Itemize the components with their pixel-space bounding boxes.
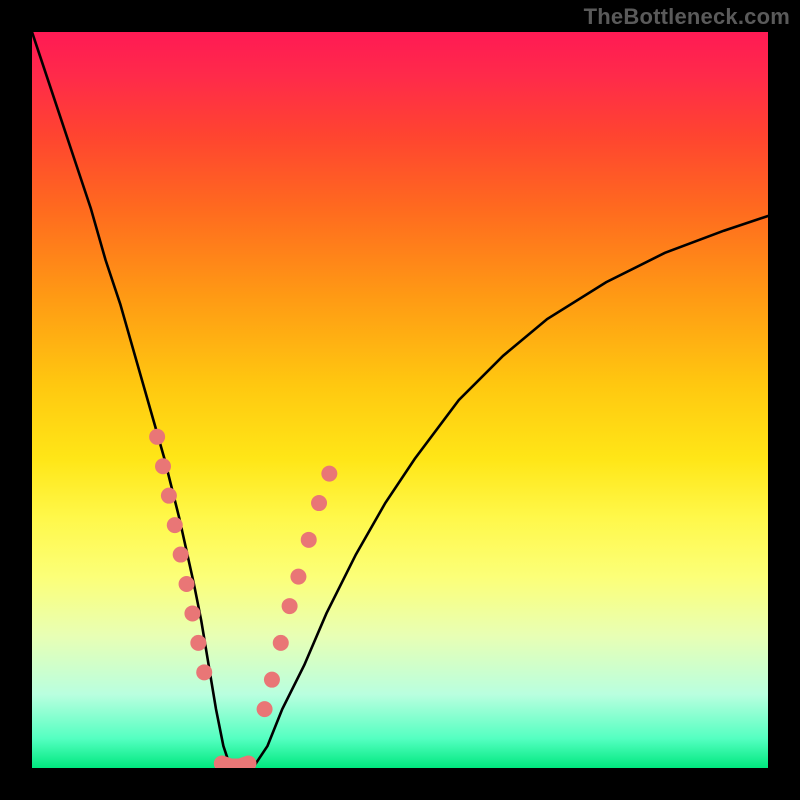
marker-dot xyxy=(179,576,195,592)
marker-dot xyxy=(290,569,306,585)
marker-dot xyxy=(167,517,183,533)
marker-dot xyxy=(190,635,206,651)
chart-frame: TheBottleneck.com xyxy=(0,0,800,800)
plot-area xyxy=(32,32,768,768)
bottleneck-curve xyxy=(32,32,768,768)
marker-dot xyxy=(184,605,200,621)
marker-dot xyxy=(161,488,177,504)
marker-group xyxy=(149,429,337,768)
marker-dot xyxy=(257,701,273,717)
marker-dot xyxy=(301,532,317,548)
marker-dot xyxy=(196,664,212,680)
marker-dot xyxy=(264,672,280,688)
marker-dot xyxy=(321,466,337,482)
marker-dot xyxy=(311,495,327,511)
watermark-text: TheBottleneck.com xyxy=(584,4,790,30)
marker-dot xyxy=(155,458,171,474)
marker-dot xyxy=(282,598,298,614)
marker-dot xyxy=(273,635,289,651)
marker-dot xyxy=(173,547,189,563)
chart-svg xyxy=(32,32,768,768)
marker-dot xyxy=(149,429,165,445)
curve-group xyxy=(32,32,768,768)
